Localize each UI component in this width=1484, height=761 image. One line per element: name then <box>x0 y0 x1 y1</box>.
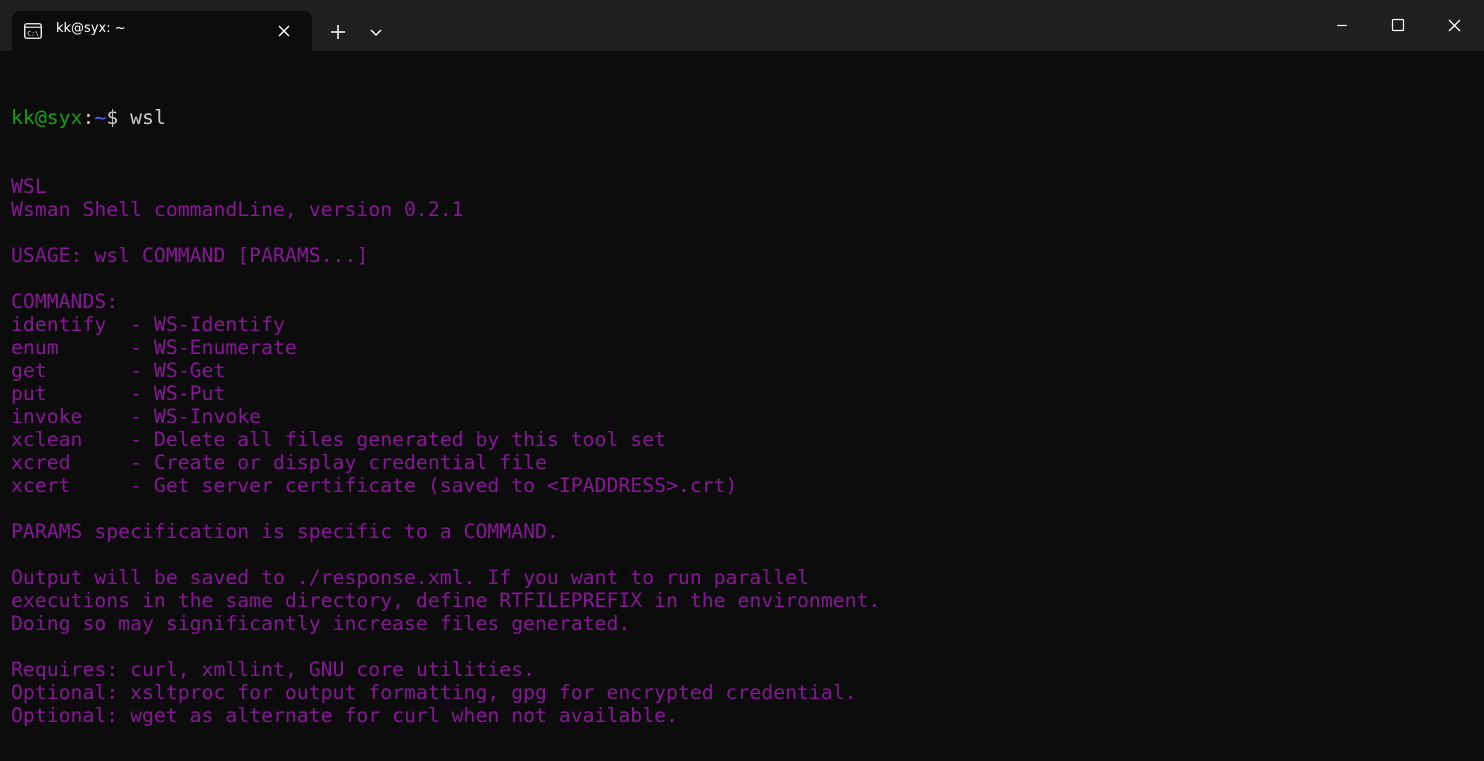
output-line: identify - WS-Identify <box>11 313 285 336</box>
command-line: kk@syx:~$ wsl <box>11 106 1471 129</box>
new-tab-button[interactable] <box>326 20 350 44</box>
command-text: wsl <box>130 106 166 129</box>
minimize-button[interactable] <box>1314 0 1370 51</box>
svg-text:C:\: C:\ <box>27 30 39 38</box>
maximize-button[interactable] <box>1370 0 1426 51</box>
prompt-user: kk@syx <box>11 106 83 129</box>
title-bar[interactable]: C:\ kk@syx: ~ <box>0 0 1484 51</box>
terminal-icon: C:\ <box>24 23 42 39</box>
terminal-window: C:\ kk@syx: ~ kk@syx:~$ wsl WSL Wsman Sh… <box>0 0 1484 761</box>
output-line: Optional: xsltproc for output formatting… <box>11 681 857 704</box>
prompt-dollar: $ <box>106 106 131 129</box>
output-line: COMMANDS: <box>11 290 119 313</box>
output-line: invoke - WS-Invoke <box>11 405 262 428</box>
tab-terminal[interactable]: C:\ kk@syx: ~ <box>12 11 312 51</box>
output-line: PARAMS specification is specific to a CO… <box>11 520 559 543</box>
output-line: Requires: curl, xmllint, GNU core utilit… <box>11 658 536 681</box>
output-line: executions in the same directory, define… <box>11 589 881 612</box>
output-line: Optional: wget as alternate for curl whe… <box>11 704 678 727</box>
output-line: enum - WS-Enumerate <box>11 336 297 359</box>
chevron-down-icon <box>370 29 382 37</box>
output-line: xclean - Delete all files generated by t… <box>11 428 667 451</box>
close-icon <box>1448 19 1461 32</box>
output-line: put - WS-Put <box>11 382 226 405</box>
output-line: Output will be saved to ./response.xml. … <box>11 566 809 589</box>
output-line: xcred - Create or display credential fil… <box>11 451 547 474</box>
close-tab-icon[interactable] <box>275 22 293 40</box>
output-line: get - WS-Get <box>11 359 226 382</box>
scrollbar[interactable] <box>1472 51 1484 761</box>
output-line: xcert - Get server certificate (saved to… <box>11 474 738 497</box>
output-block: WSL Wsman Shell commandLine, version 0.2.… <box>11 175 1471 727</box>
output-line: Doing so may significantly increase file… <box>11 612 631 635</box>
tab-dropdown-button[interactable] <box>366 22 386 42</box>
plus-icon <box>331 25 345 39</box>
output-line: WSL <box>11 175 47 198</box>
maximize-icon <box>1391 18 1405 32</box>
output-line: USAGE: wsl COMMAND [PARAMS...] <box>11 244 369 267</box>
close-window-button[interactable] <box>1426 0 1484 51</box>
prompt-path: ~ <box>94 106 107 129</box>
output-line: Wsman Shell commandLine, version 0.2.1 <box>11 198 464 221</box>
terminal-output[interactable]: kk@syx:~$ wsl WSL Wsman Shell commandLine… <box>11 60 1471 750</box>
tab-title: kk@syx: ~ <box>56 21 126 36</box>
prompt-colon: : <box>82 106 95 129</box>
